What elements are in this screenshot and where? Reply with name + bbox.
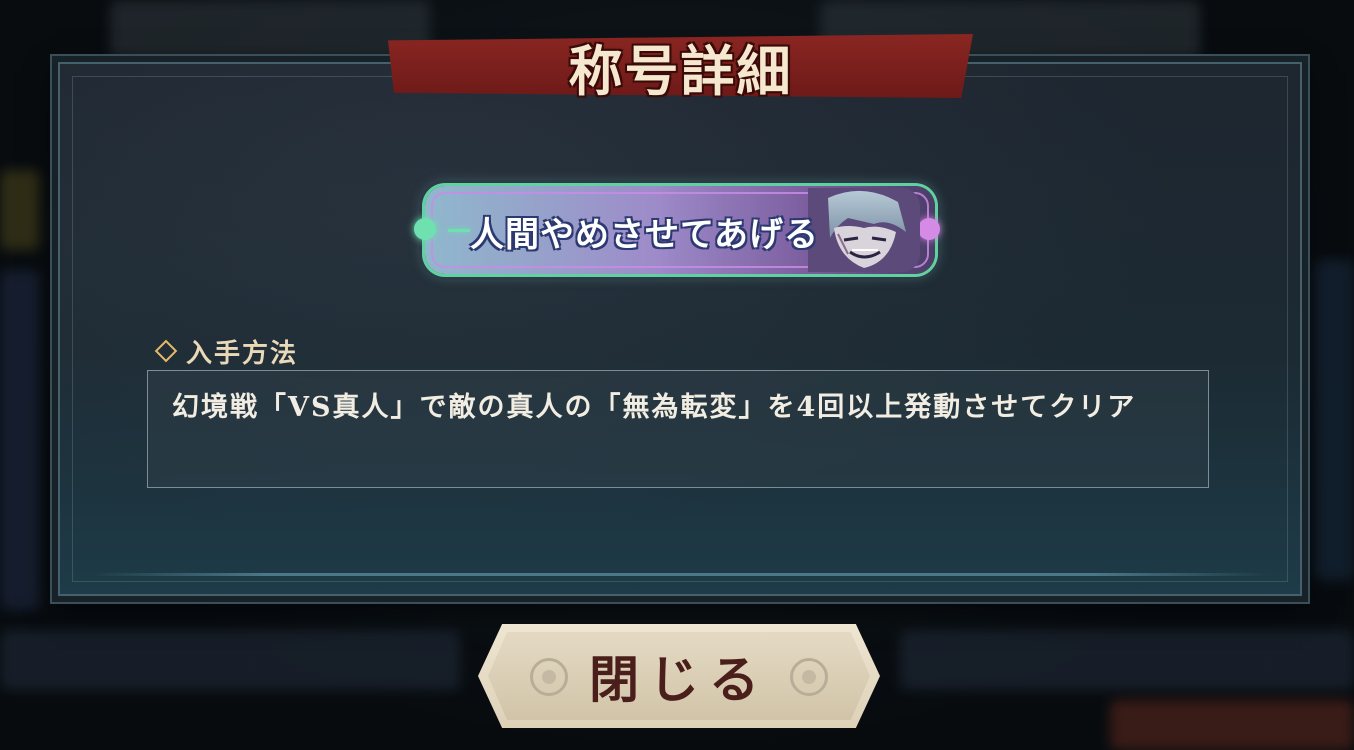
panel-inner-border [72, 76, 1288, 582]
acquisition-description-box: 幻境戦「VS真人」で敵の真人の「無為転変」を4回以上発動させてクリア [147, 370, 1209, 488]
close-button-label: 閉じる [589, 650, 769, 709]
title-detail-panel [58, 62, 1302, 596]
badge-left-cap-icon [414, 218, 436, 240]
panel-divider [90, 573, 1270, 576]
diamond-bullet-icon [154, 339, 178, 363]
badge-ornament-line [448, 229, 470, 232]
acquisition-description: 幻境戦「VS真人」で敵の真人の「無為転変」を4回以上発動させてクリア [172, 392, 1137, 423]
game-screen: 称号詳細 人間やめさせてあげる 入手方法 幻境戦「VS真人」で敵の真人の「無為転… [0, 0, 1354, 750]
close-button[interactable]: 閉じる [478, 624, 880, 728]
acquisition-header: 入手方法 [154, 334, 299, 369]
dialog-title: 称号詳細 [568, 38, 793, 103]
badge-right-cap-icon [918, 218, 940, 240]
badge-title-text: 人間やめさせてあげる [470, 214, 819, 255]
acquisition-label: 入手方法 [186, 338, 299, 369]
